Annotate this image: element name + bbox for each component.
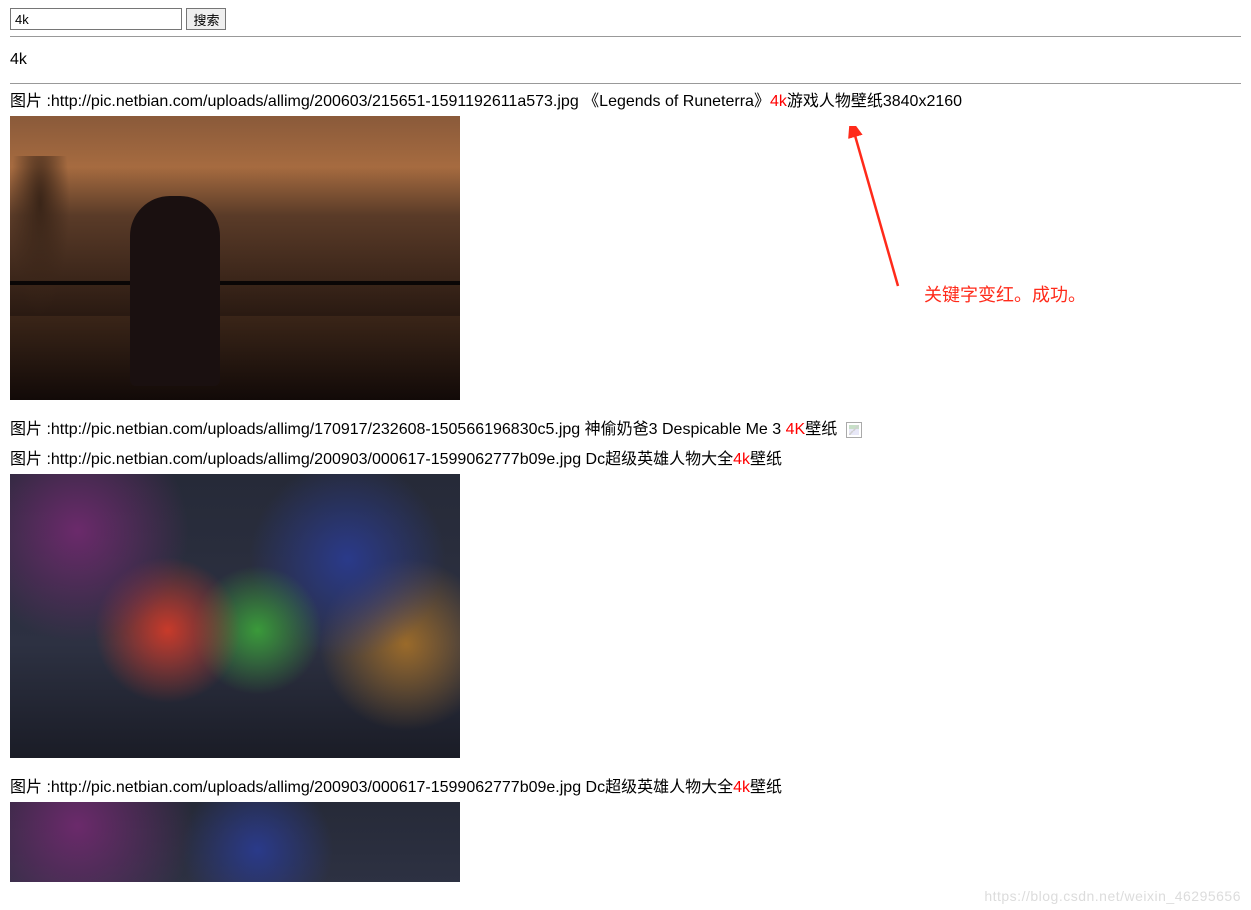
divider-bottom <box>10 83 1241 84</box>
highlight-keyword: 4k <box>733 451 750 468</box>
annotation-text: 关键字变红。成功。 <box>924 281 1086 307</box>
result-title-pre: Dc超级英雄人物大全 <box>581 779 733 796</box>
result-label: 图片 : <box>10 451 51 468</box>
result-label: 图片 : <box>10 421 51 438</box>
result-title-pre: Dc超级英雄人物大全 <box>581 451 733 468</box>
result-title-pre: 《Legends of Runeterra》 <box>579 93 770 110</box>
highlight-keyword: 4k <box>733 779 750 796</box>
result-line: 图片 :http://pic.netbian.com/uploads/allim… <box>10 418 1241 442</box>
result-thumbnail[interactable] <box>10 474 460 758</box>
result-title-post: 游戏人物壁纸3840x2160 <box>787 93 962 110</box>
divider-top <box>10 36 1241 37</box>
watermark: https://blog.csdn.net/weixin_46295656 <box>984 888 1241 904</box>
result-label: 图片 : <box>10 779 51 796</box>
search-button[interactable]: 搜索 <box>186 8 226 30</box>
result-url: http://pic.netbian.com/uploads/allimg/20… <box>51 93 579 110</box>
result-label: 图片 : <box>10 93 51 110</box>
result-thumbnail[interactable] <box>10 802 460 882</box>
result-line: 图片 :http://pic.netbian.com/uploads/allim… <box>10 448 1241 472</box>
highlight-keyword: 4k <box>770 93 787 110</box>
broken-image-icon <box>846 422 862 438</box>
query-echo: 4k <box>10 51 1241 69</box>
result-url: http://pic.netbian.com/uploads/allimg/17… <box>51 421 580 438</box>
result-title-post: 壁纸 <box>750 451 782 468</box>
result-line: 图片 :http://pic.netbian.com/uploads/allim… <box>10 776 1241 800</box>
search-input[interactable] <box>10 8 182 30</box>
annotation: 关键字变红。成功。 <box>848 126 1128 326</box>
result-thumbnail[interactable] <box>10 116 460 400</box>
result-title-post: 壁纸 <box>750 779 782 796</box>
result-url: http://pic.netbian.com/uploads/allimg/20… <box>51 779 581 796</box>
result-title-pre: 神偷奶爸3 Despicable Me 3 <box>580 421 785 438</box>
result-url: http://pic.netbian.com/uploads/allimg/20… <box>51 451 581 468</box>
result-line: 图片 :http://pic.netbian.com/uploads/allim… <box>10 90 1241 114</box>
highlight-keyword: 4K <box>786 421 806 438</box>
result-title-post: 壁纸 <box>805 421 837 438</box>
